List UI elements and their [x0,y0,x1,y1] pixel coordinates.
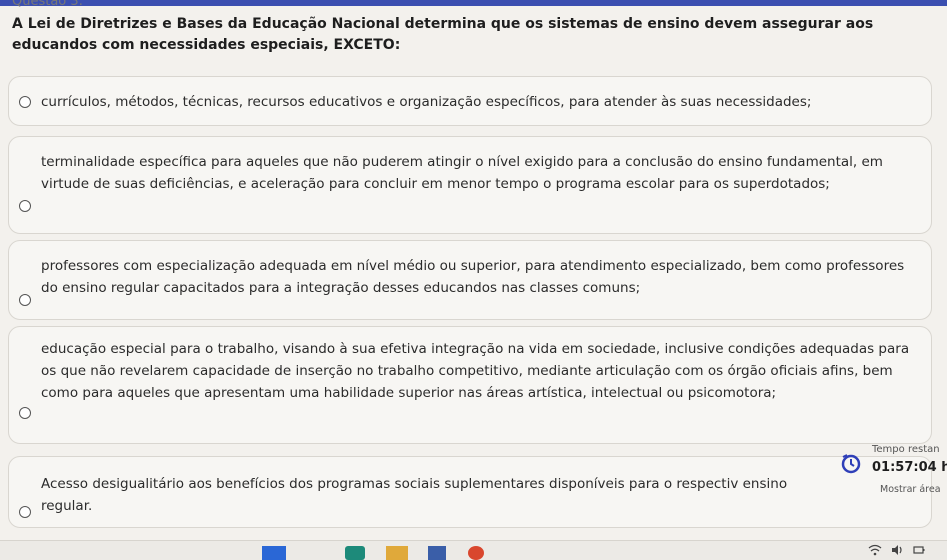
taskbar [0,540,947,560]
wifi-icon[interactable] [868,543,882,557]
show-area-link[interactable]: Mostrar área [880,484,941,495]
option-d-radio[interactable] [19,407,31,419]
timer-value: 01:57:04 h [872,460,947,475]
blue-app-icon[interactable] [262,546,286,560]
option-b-text: terminalidade específica para aqueles qu… [41,154,883,192]
option-e[interactable]: Acesso desigualitário aos benefícios dos… [8,456,932,528]
option-c-text: professores com especialização adequada … [41,258,905,296]
timer-label: Tempo restan [872,444,940,455]
option-d[interactable]: educação especial para o trabalho, visan… [8,326,932,444]
folder-icon[interactable] [386,546,408,560]
option-e-radio[interactable] [19,506,31,518]
battery-icon[interactable] [912,543,926,557]
timer-widget: Tempo restan 01:57:04 h Mostrar área [840,444,947,504]
question-text: A Lei de Diretrizes e Bases da Educação … [12,16,874,53]
option-c[interactable]: professores com especialização adequada … [8,240,932,320]
option-a-text: currículos, métodos, técnicas, recursos … [41,94,812,110]
teal-app-icon[interactable] [345,546,365,560]
store-icon[interactable] [428,546,446,560]
option-e-text: Acesso desigualitário aos benefícios dos… [41,476,788,514]
option-a-radio[interactable] [19,96,31,108]
timer-icon [841,454,861,474]
option-a[interactable]: currículos, métodos, técnicas, recursos … [8,76,932,126]
chrome-icon[interactable] [468,546,484,560]
top-accent-bar [0,0,947,6]
option-d-text: educação especial para o trabalho, visan… [41,341,910,401]
volume-icon[interactable] [890,543,904,557]
option-c-radio[interactable] [19,294,31,306]
option-b[interactable]: terminalidade específica para aqueles qu… [8,136,932,234]
option-b-radio[interactable] [19,200,31,212]
question-number: Questão 3: [12,0,84,9]
